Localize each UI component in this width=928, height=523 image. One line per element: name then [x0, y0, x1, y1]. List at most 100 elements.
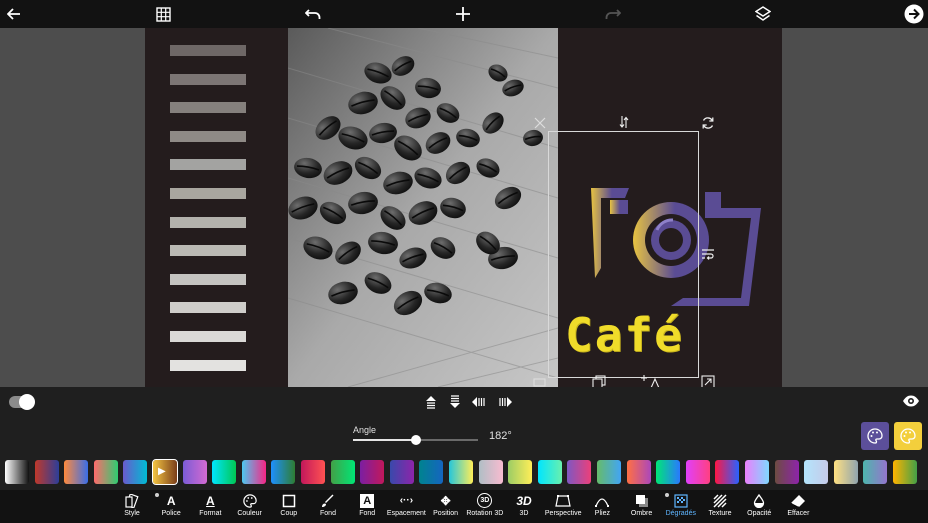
tool-effacer[interactable]: Effacer: [778, 492, 818, 522]
toggle-knob: [19, 394, 35, 410]
gradient-swatch[interactable]: [419, 460, 444, 484]
sort-arrows-icon: [619, 116, 629, 128]
gradient-swatch[interactable]: [123, 460, 148, 484]
gradient-swatch[interactable]: ▶: [152, 459, 178, 485]
gradient-swatch[interactable]: [478, 460, 503, 484]
tool-texture[interactable]: Texture: [700, 492, 740, 522]
tool-couleur[interactable]: Couleur: [230, 492, 270, 522]
arrow-left-icon: [7, 8, 20, 20]
layers-icon: [755, 6, 771, 21]
rotate-handle[interactable]: [701, 116, 715, 130]
gradient-swatch[interactable]: [508, 460, 533, 484]
gradient-swatch[interactable]: [389, 460, 414, 484]
gradient-swatch[interactable]: [93, 460, 118, 484]
gradient-swatch[interactable]: [833, 460, 858, 484]
back-button[interactable]: [2, 2, 26, 26]
slider-thumb[interactable]: [410, 435, 421, 445]
gradient-toggle[interactable]: [9, 394, 35, 410]
format-icon: A: [206, 493, 215, 508]
align-bottom-button[interactable]: [447, 394, 463, 410]
tool-fond[interactable]: A Fond: [347, 492, 387, 522]
grid-icon: [155, 6, 171, 22]
selection-box[interactable]: [548, 131, 699, 378]
tool-3d[interactable]: 3D 3D: [504, 492, 544, 522]
tool-police[interactable]: A Police: [151, 492, 191, 522]
gradient-swatch[interactable]: [567, 460, 592, 484]
gradient-swatch[interactable]: [64, 460, 89, 484]
tool-rotation-3d[interactable]: 3D Rotation 3D: [465, 492, 505, 522]
tool-pliez[interactable]: Pliez: [582, 492, 622, 522]
add-button[interactable]: [451, 2, 475, 26]
gradient-swatch[interactable]: [656, 460, 681, 484]
align-right-button[interactable]: [497, 394, 513, 410]
tool-dégradés[interactable]: Dégradés: [661, 492, 701, 522]
gradient-presets: ▶: [0, 454, 928, 490]
gradient-swatch[interactable]: [330, 460, 355, 484]
shadow-icon: [622, 492, 662, 509]
stripe: [170, 45, 246, 56]
stripe: [170, 216, 246, 228]
tool-perspective[interactable]: Perspective: [543, 492, 583, 522]
gradient-swatch[interactable]: [715, 460, 740, 484]
tool-label: Fond: [320, 510, 336, 517]
gradient-swatch[interactable]: [537, 460, 562, 484]
tool-opacité[interactable]: Opacité: [739, 492, 779, 522]
undo-icon: [305, 9, 321, 19]
tool-espacement[interactable]: ‹··› Espacement: [386, 492, 426, 522]
gradient-swatch[interactable]: [182, 460, 207, 484]
gradient-swatch[interactable]: [774, 460, 799, 484]
wrap-handle[interactable]: [701, 247, 715, 261]
tool-label: Opacité: [747, 510, 772, 517]
gradient-swatch[interactable]: [804, 460, 829, 484]
gradient-swatch[interactable]: [685, 460, 710, 484]
gradient-swatch[interactable]: [449, 460, 473, 484]
move-up-handle[interactable]: [617, 115, 631, 129]
next-button[interactable]: [902, 2, 926, 26]
tool-ombre[interactable]: Ombre: [622, 492, 662, 522]
visibility-button[interactable]: [902, 394, 920, 408]
tool-label: Coup: [280, 510, 298, 517]
palette-purple-button[interactable]: [861, 422, 889, 450]
gradient-swatch[interactable]: [5, 460, 29, 484]
angle-slider[interactable]: [353, 435, 478, 445]
align-top-button[interactable]: [423, 394, 439, 410]
gradient-swatch[interactable]: [893, 460, 917, 484]
gradient-swatch[interactable]: [360, 460, 385, 484]
gradient-swatch[interactable]: [34, 460, 59, 484]
text-3d-icon: 3D: [516, 493, 532, 508]
align-left-icon: [472, 397, 485, 407]
gradient-swatch[interactable]: [745, 460, 769, 484]
gradient-swatch[interactable]: [626, 460, 651, 484]
tool-position[interactable]: ✥ Position: [426, 492, 466, 522]
slider-fill: [353, 439, 416, 441]
undo-button[interactable]: [301, 2, 325, 26]
stripe: [170, 359, 246, 371]
tool-label: Effacer: [787, 510, 810, 517]
curve-icon: [582, 492, 622, 509]
tool-format[interactable]: A Format: [190, 492, 230, 522]
gradient-swatch[interactable]: [863, 460, 888, 484]
palette-yellow-button[interactable]: [894, 422, 922, 450]
tool-label: Dégradés: [665, 510, 696, 517]
bottom-left-handle[interactable]: [533, 373, 547, 387]
align-left-button[interactable]: [471, 394, 487, 410]
tool-fond[interactable]: Fond: [308, 492, 348, 522]
gradient-swatch[interactable]: [301, 460, 325, 484]
gradient-swatch[interactable]: [212, 460, 237, 484]
grid-button[interactable]: [151, 2, 175, 26]
delete-handle[interactable]: [533, 116, 547, 130]
tool-coup[interactable]: Coup: [269, 492, 309, 522]
close-icon: [534, 117, 546, 129]
stripe: [170, 130, 246, 142]
background-letter-icon: A: [347, 492, 387, 509]
redo-button[interactable]: [601, 2, 625, 26]
brush-icon: [308, 492, 348, 509]
coffee-beans-photo[interactable]: [288, 28, 558, 387]
stripe: [170, 330, 246, 342]
layers-button[interactable]: [751, 2, 775, 26]
gradient-swatch[interactable]: [597, 460, 621, 484]
gradient-swatch[interactable]: [241, 460, 266, 484]
tool-style[interactable]: Style: [112, 492, 152, 522]
gradient-swatch[interactable]: [271, 460, 296, 484]
play-arrow-icon: ▶: [158, 466, 166, 477]
